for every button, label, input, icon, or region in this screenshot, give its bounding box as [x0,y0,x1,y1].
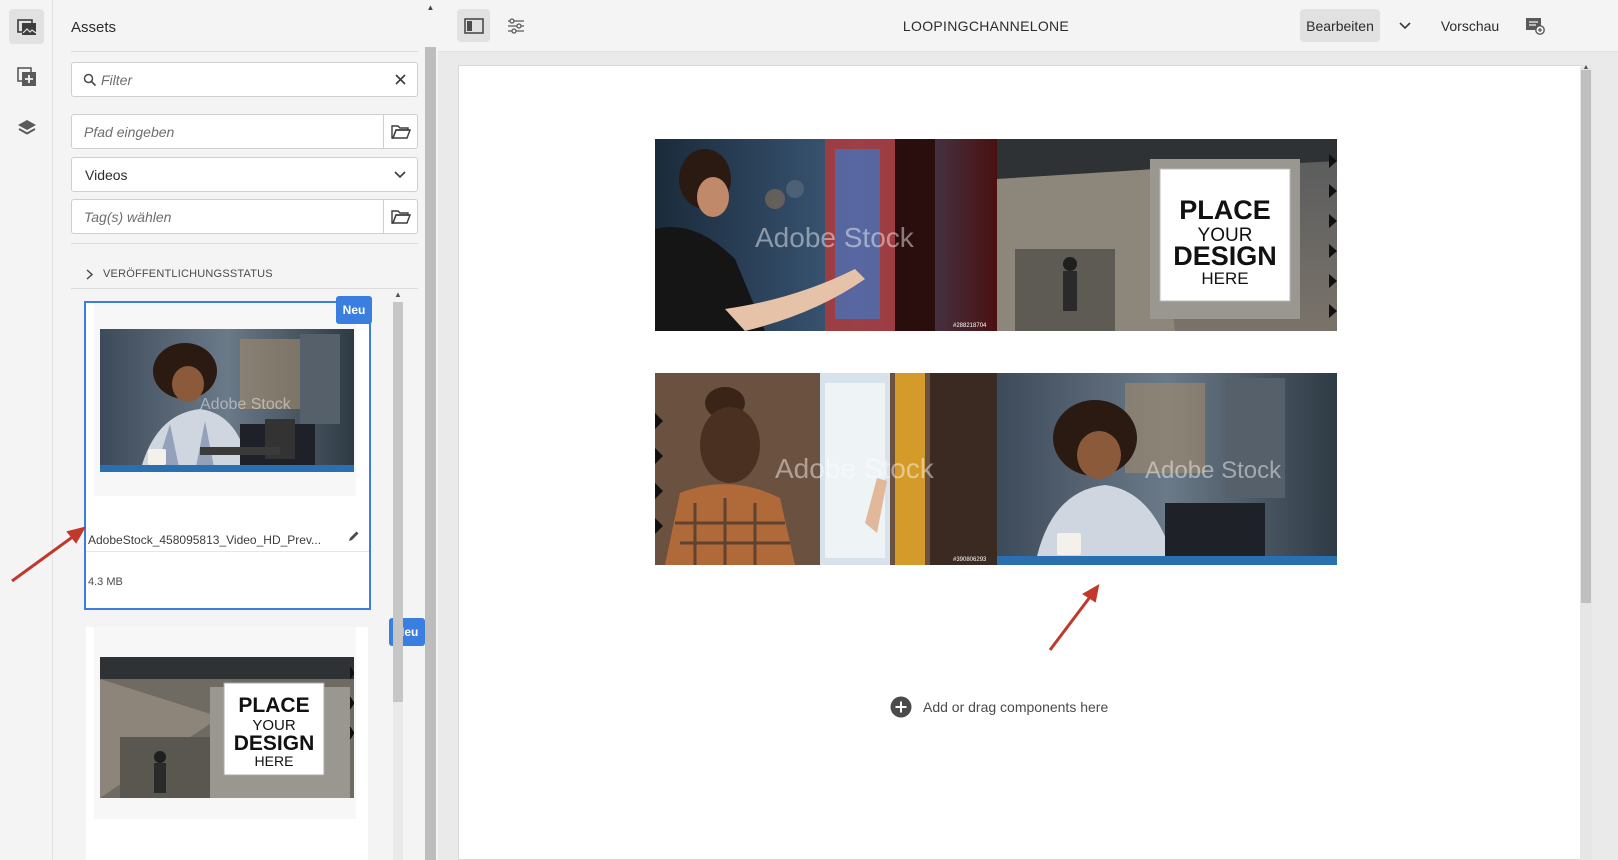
asset-thumbnail[interactable]: PLACE YOUR DESIGN HERE [94,627,356,819]
chevron-right-icon [86,268,93,280]
new-badge: Neu [336,296,372,324]
canvas-scrollbar[interactable]: ▲ [1580,64,1592,860]
asset-type-dropdown-toggle[interactable] [383,158,417,191]
panel-scroll-thumb[interactable] [425,47,436,860]
canvas-scroll-thumb[interactable] [1581,70,1591,603]
toggle-side-panel-button[interactable] [457,9,490,42]
drop-zone-label: Add or drag components here [923,699,1109,715]
asset-list-scrollbar[interactable]: ▲ [391,290,403,860]
page-properties-button[interactable] [499,9,532,42]
panel-title: Assets [71,19,117,36]
banner2-watermark-right: Adobe Stock [1145,457,1282,484]
chevron-down-icon [394,170,406,178]
tags-input[interactable]: Tag(s) wählen [72,209,383,225]
folder-open-icon [390,124,411,139]
sign-line-1: PLACE [238,694,309,717]
close-icon [394,74,406,85]
asset-card[interactable]: Adobe Stock Neu AdobeStock_458095813_Vid… [84,296,372,610]
divider [71,51,418,52]
banner2-stock-id: #390806293 [953,557,987,563]
folder-open-icon [390,209,411,224]
scroll-up-arrow[interactable]: ▲ [393,290,403,299]
banner1-watermark: Adobe Stock [755,222,915,253]
assets-icon [16,18,36,35]
annotations-button[interactable] [1520,9,1550,42]
edit-pencil-icon[interactable] [348,530,360,542]
asset-name: AdobeStock_458095813_Video_HD_Prev... [88,533,322,547]
browse-path-button[interactable] [383,115,417,148]
banner2-watermark-left: Adobe Stock [775,453,935,484]
assets-rail-button[interactable] [9,9,44,44]
preview-button[interactable]: Vorschau [1435,9,1505,42]
sign-line-3: DESIGN [234,732,315,755]
asset-thumbnail-image: Adobe Stock [100,329,354,472]
add-circle-icon [890,696,912,718]
asset-card[interactable]: PLACE YOUR DESIGN HERE Neu [86,618,425,860]
asset-thumbnail-image: PLACE YOUR DESIGN HERE [100,657,354,798]
scroll-thumb[interactable] [393,302,403,702]
layers-icon [17,119,36,135]
video-component-2[interactable]: Adobe Stock #390806293 Adobe Stock [655,373,1337,565]
banner1-sign-line-1: PLACE [1179,195,1271,225]
app-window: Assets Filter Pfad eingeben Videos Tag(s… [0,0,1618,860]
add-component-icon [16,66,36,86]
asset-thumbnail[interactable]: Adobe Stock [94,303,356,496]
asset-type-select[interactable]: Videos [71,157,418,192]
divider [71,243,418,244]
browse-tags-button[interactable] [383,200,417,233]
panel-scrollbar[interactable] [425,47,436,860]
asset-size: 4.3 MB [88,576,123,588]
asset-type-value: Videos [85,166,128,183]
side-panel-icon [463,17,484,34]
panel-scroll-up-arrow[interactable]: ▲ [425,3,436,13]
publish-status-accordion[interactable]: VERÖFFENTLICHUNGSSTATUS [71,259,418,289]
path-field[interactable]: Pfad eingeben [71,114,418,149]
tags-field[interactable]: Tag(s) wählen [71,199,418,234]
filter-input[interactable]: Filter [97,72,383,88]
sign-line-4: HERE [255,753,294,769]
divider [71,288,418,289]
mode-dropdown-button[interactable] [1390,9,1420,42]
video-component-1[interactable]: Adobe Stock #288218704 PLACE YOUR DESIGN… [655,139,1337,331]
assets-panel: Assets Filter Pfad eingeben Videos Tag(s… [53,0,438,860]
asset-watermark: Adobe Stock [200,396,292,413]
filter-search-field[interactable]: Filter [71,62,418,97]
content-tree-rail-button[interactable] [9,110,44,145]
sliders-icon [507,17,524,34]
page-canvas: Adobe Stock #288218704 PLACE YOUR DESIGN… [458,65,1583,860]
edit-mode-button[interactable]: Bearbeiten [1300,9,1380,42]
search-icon [83,73,97,86]
editor-toolbar: LOOPINGCHANNELONE Bearbeiten Vorschau [438,0,1618,52]
annotation-icon [1526,17,1545,35]
banner1-stock-id: #288218704 [953,323,987,329]
chevron-down-icon [1399,21,1411,29]
clear-filter-button[interactable] [383,63,417,96]
drop-zone[interactable]: Add or drag components here [890,696,1108,718]
publish-status-label: VERÖFFENTLICHUNGSSTATUS [103,268,273,280]
divider [86,551,369,552]
banner1-sign-line-3: DESIGN [1173,241,1277,271]
banner1-sign-line-4: HERE [1201,269,1248,288]
components-rail-button[interactable] [9,59,44,94]
path-input[interactable]: Pfad eingeben [72,124,383,140]
side-rail [0,0,53,860]
editor-canvas-area: Adobe Stock #288218704 PLACE YOUR DESIGN… [438,52,1618,860]
